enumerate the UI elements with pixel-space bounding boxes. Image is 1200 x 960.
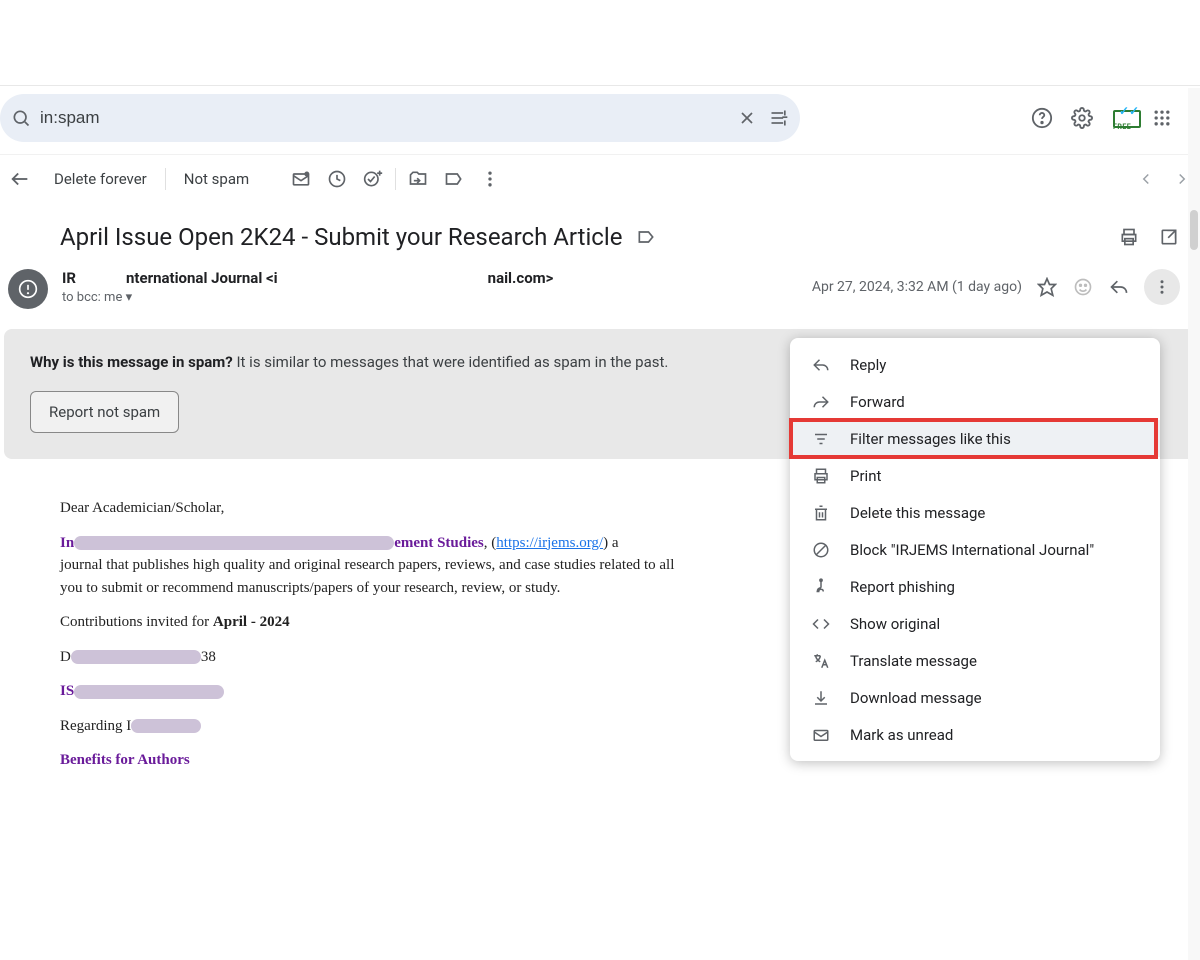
- block-icon: [810, 539, 832, 561]
- not-spam-button[interactable]: Not spam: [170, 164, 263, 194]
- label-as-icon[interactable]: [636, 227, 656, 247]
- body-contrib-month: April - 2024: [213, 614, 290, 630]
- message-toolbar: Delete forever Not spam: [0, 155, 1200, 203]
- emoji-reaction-icon[interactable]: [1072, 276, 1094, 298]
- body-contrib: Contributions invited for: [60, 614, 213, 630]
- add-to-tasks-icon[interactable]: [355, 161, 391, 197]
- menu-show-original[interactable]: Show original: [790, 605, 1160, 642]
- move-to-icon[interactable]: [400, 161, 436, 197]
- scrollbar-thumb[interactable]: [1190, 210, 1198, 250]
- body-line2: journal that publishes high quality and …: [60, 557, 674, 573]
- expand-recipients-icon[interactable]: ▾: [126, 290, 133, 305]
- menu-forward[interactable]: Forward: [790, 383, 1160, 420]
- reply-icon[interactable]: [1108, 276, 1130, 298]
- recipient-line[interactable]: to bcc: me ▾: [62, 290, 812, 305]
- settings-gear-icon[interactable]: [1070, 106, 1094, 130]
- header-row: ✓✓FREE: [0, 86, 1200, 155]
- spam-why-label: Why is this message in spam?: [30, 353, 233, 371]
- newer-icon[interactable]: [1128, 161, 1164, 197]
- message-more-icon[interactable]: [1144, 269, 1180, 305]
- back-icon[interactable]: [0, 168, 40, 190]
- menu-delete[interactable]: Delete this message: [790, 494, 1160, 531]
- menu-block[interactable]: Block "IRJEMS International Journal": [790, 531, 1160, 568]
- more-actions-icon[interactable]: [472, 161, 508, 197]
- search-icon: [10, 107, 32, 129]
- extension-badge-icon[interactable]: ✓✓FREE: [1110, 106, 1134, 130]
- search-input[interactable]: [40, 108, 736, 128]
- sender-name-line: IRnternational Journal <inail.com>: [62, 269, 812, 287]
- delete-forever-button[interactable]: Delete forever: [40, 164, 161, 194]
- help-icon[interactable]: [1030, 106, 1054, 130]
- search-box[interactable]: [0, 94, 800, 142]
- search-options-icon[interactable]: [768, 107, 790, 129]
- mark-unread-menu-icon: [810, 724, 832, 746]
- message-timestamp: Apr 27, 2024, 3:32 AM (1 day ago): [812, 279, 1022, 295]
- report-not-spam-button[interactable]: Report not spam: [30, 391, 179, 433]
- journal-url-link[interactable]: https://irjems.org/: [496, 535, 603, 551]
- menu-download[interactable]: Download message: [790, 679, 1160, 716]
- menu-print[interactable]: Print: [790, 457, 1160, 494]
- code-icon: [810, 613, 832, 635]
- menu-translate[interactable]: Translate message: [790, 642, 1160, 679]
- snooze-icon[interactable]: [319, 161, 355, 197]
- journal-name: Inement Studies: [60, 535, 484, 551]
- open-new-window-icon[interactable]: [1158, 226, 1180, 248]
- spam-why-text: It is similar to messages that were iden…: [233, 353, 669, 371]
- apps-grid-icon[interactable]: [1150, 106, 1174, 130]
- message-subject: April Issue Open 2K24 - Submit your Rese…: [60, 223, 622, 251]
- menu-reply[interactable]: Reply: [790, 346, 1160, 383]
- forward-arrow-icon: [810, 391, 832, 413]
- download-icon: [810, 687, 832, 709]
- clear-search-icon[interactable]: [736, 107, 758, 129]
- print-all-icon[interactable]: [1118, 226, 1140, 248]
- menu-mark-unread[interactable]: Mark as unread: [790, 716, 1160, 753]
- body-line3: you to submit or recommend manuscripts/p…: [60, 580, 560, 596]
- message-options-menu: Reply Forward Filter messages like this …: [790, 338, 1160, 761]
- phishing-icon: [810, 576, 832, 598]
- print-icon: [810, 465, 832, 487]
- trash-icon: [810, 502, 832, 524]
- star-icon[interactable]: [1036, 276, 1058, 298]
- sender-avatar: [8, 269, 48, 309]
- labels-icon[interactable]: [436, 161, 472, 197]
- mark-unread-icon[interactable]: [283, 161, 319, 197]
- filter-icon: [810, 428, 832, 450]
- reply-arrow-icon: [810, 354, 832, 376]
- translate-icon: [810, 650, 832, 672]
- menu-filter-messages[interactable]: Filter messages like this: [790, 420, 1160, 457]
- menu-report-phishing[interactable]: Report phishing: [790, 568, 1160, 605]
